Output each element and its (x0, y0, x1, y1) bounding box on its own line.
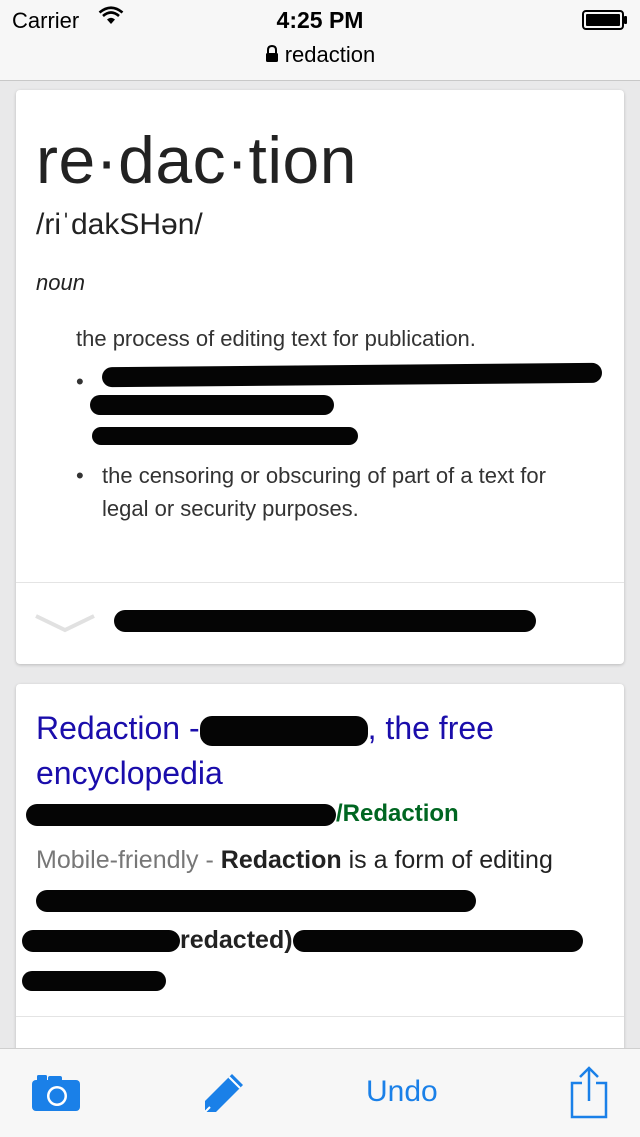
result-url-suffix: /Redaction (336, 800, 459, 827)
camera-icon[interactable] (30, 1071, 82, 1118)
snippet-mid: redacted) (180, 926, 293, 954)
lock-icon (265, 43, 279, 69)
chevron-down-icon[interactable] (34, 612, 96, 639)
redaction-mark (22, 971, 166, 992)
part-of-speech: noun (36, 270, 85, 295)
share-icon[interactable] (568, 1065, 610, 1124)
result-snippet: Mobile-friendly - Redaction is a form of… (22, 840, 606, 1000)
snippet-text: is a form of editing (341, 846, 553, 874)
bullet-icon: • (76, 463, 84, 488)
redaction-mark (90, 395, 334, 415)
address-bar[interactable]: redaction (0, 42, 640, 69)
redaction-mark (36, 890, 476, 913)
definition-3: • the censoring or obscuring of part of … (76, 459, 596, 525)
redaction-mark (22, 930, 180, 953)
definition-2-redacted: • (76, 362, 603, 445)
result-url: /Redaction (26, 800, 459, 828)
redaction-mark (199, 715, 368, 746)
redaction-mark (92, 427, 358, 445)
address-text: redaction (284, 42, 376, 67)
divider (16, 1016, 624, 1017)
clock: 4:25 PM (276, 7, 364, 33)
result-title-link[interactable]: Redaction -, the free encyclopedia (36, 706, 606, 796)
definition-list: • • the censoring or obscuring of part o… (76, 362, 603, 525)
bottom-toolbar: Undo (0, 1048, 640, 1137)
definition-1: the process of editing text for publicat… (76, 326, 476, 351)
pencil-icon[interactable] (202, 1071, 246, 1120)
definition-3-text: the censoring or obscuring of part of a … (102, 463, 546, 521)
more-definitions-redacted[interactable] (114, 610, 536, 632)
bullet-icon: • (76, 369, 84, 394)
divider (16, 582, 624, 583)
redaction-mark (26, 803, 336, 826)
battery-icon (582, 10, 628, 30)
snippet-bold: Redaction (220, 846, 342, 874)
mobile-friendly-label: Mobile-friendly - (36, 846, 214, 874)
result-title-prefix: Redaction - (36, 710, 200, 746)
definitions: the process of editing text for publicat… (76, 322, 603, 539)
search-result-card: Redaction -, the free encyclopedia /Reda… (16, 684, 624, 1064)
undo-button[interactable]: Undo (366, 1075, 438, 1109)
headword: re·dac·tion (36, 123, 357, 197)
pronunciation: /riˈdakSHən/ (36, 208, 203, 241)
redaction-mark (101, 362, 603, 388)
redaction-mark (292, 930, 583, 953)
definition-card: re·dac·tion /riˈdakSHən/ noun the proces… (16, 90, 624, 664)
browser-top-bar: Carrier 4:25 PM redaction (0, 0, 640, 81)
